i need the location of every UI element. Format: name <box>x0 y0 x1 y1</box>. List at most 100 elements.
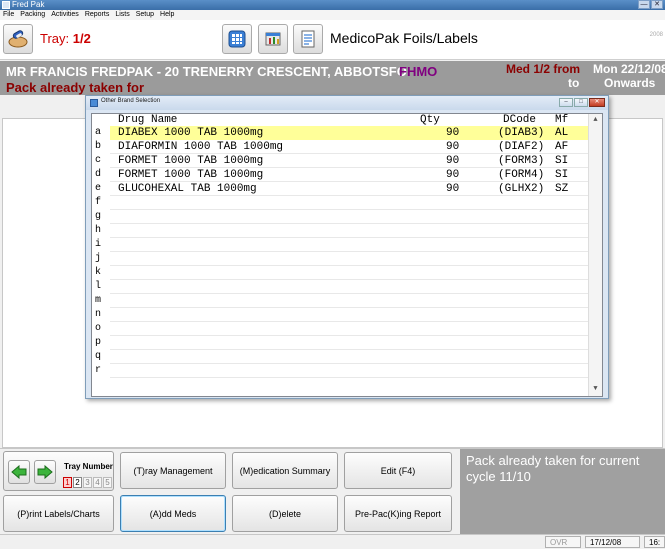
col-mf[interactable]: Mf <box>555 114 568 126</box>
qty-cell: 90 <box>446 127 460 139</box>
menu-reports[interactable]: Reports <box>85 10 110 20</box>
row-letter: n <box>95 309 102 320</box>
grid-line <box>110 335 588 336</box>
med-to-label: to <box>568 76 580 90</box>
grid-line <box>110 265 588 266</box>
tray-number-1[interactable]: 1 <box>63 477 72 488</box>
pill-hand-icon <box>8 30 28 48</box>
dialog-titlebar[interactable]: Other Brand Selection – □ ✕ <box>86 96 608 110</box>
med-from-label: Med 1/2 from <box>506 62 581 76</box>
qty-cell: 90 <box>446 183 460 195</box>
grid-line <box>110 279 588 280</box>
delete-button[interactable]: (D)elete <box>232 495 338 532</box>
dialog-app-icon <box>90 99 98 107</box>
mf-cell: SI <box>555 169 569 181</box>
table-row[interactable]: GLUCOHEXAL TAB 1000mg 90 (GLHX2) SZ <box>110 182 588 196</box>
dcode-cell: (FORM4) <box>498 169 545 181</box>
scroll-down-icon[interactable]: ▼ <box>589 383 602 396</box>
drug-name-cell: FORMET 1000 TAB 1000mg <box>118 169 264 181</box>
document-button[interactable] <box>293 24 323 54</box>
dcode-cell: (FORM3) <box>498 155 545 167</box>
col-drug-name[interactable]: Drug Name <box>118 114 177 126</box>
window-controls: — ✕ <box>638 0 663 9</box>
table-row[interactable]: DIAFORMIN 1000 TAB 1000mg 90 (DIAF2) AF <box>110 140 588 154</box>
dialog-maximize-button[interactable]: □ <box>574 98 588 107</box>
print-labels-button[interactable]: (P)rint Labels/Charts <box>3 495 114 532</box>
window-titlebar: Fred Pak — ✕ <box>0 0 665 10</box>
status-time: 16: <box>644 536 665 548</box>
row-letter: p <box>95 337 102 348</box>
tray-label: Tray: 1/2 <box>40 31 91 46</box>
tray-number-label: Tray Number <box>64 462 113 471</box>
grid-line <box>110 377 588 378</box>
patient-header: MR FRANCIS FREDPAK - 20 TRENERRY CRESCEN… <box>0 61 665 95</box>
tray-management-button[interactable]: (T)ray Management <box>120 452 226 489</box>
menu-help[interactable]: Help <box>160 10 174 20</box>
row-letter: d <box>95 169 102 180</box>
document-icon <box>301 30 315 48</box>
date-onwards: Onwards <box>604 76 656 90</box>
pack-status: Pack already taken for <box>6 80 145 95</box>
dialog-close-button[interactable]: ✕ <box>589 98 605 107</box>
table-header: Drug Name Qty DCode Mf <box>110 114 588 126</box>
menu-lists[interactable]: Lists <box>115 10 129 20</box>
module-title: MedicoPak Foils/Labels <box>330 30 478 46</box>
mf-cell: AL <box>555 127 569 139</box>
toolbar: Tray: 1/2 MedicoPak Foils/Labels 2008 <box>0 20 665 60</box>
edit-button[interactable]: Edit (F4) <box>344 452 452 489</box>
tray-tool-button[interactable] <box>3 24 33 54</box>
previous-tray-button[interactable] <box>8 460 30 484</box>
mf-cell: AF <box>555 141 569 153</box>
col-qty[interactable]: Qty <box>420 114 440 126</box>
patient-code: FHMO <box>399 64 438 79</box>
tray-number-4[interactable]: 4 <box>93 477 102 488</box>
next-tray-button[interactable] <box>34 460 56 484</box>
row-letter: a <box>95 127 102 138</box>
menu-setup[interactable]: Setup <box>136 10 154 20</box>
qty-cell: 90 <box>446 169 460 181</box>
drug-table: abcdefghijklmnopqr Drug Name Qty DCode M… <box>91 113 603 397</box>
col-dcode[interactable]: DCode <box>503 114 536 126</box>
grid-view-button[interactable] <box>222 24 252 54</box>
tools-button[interactable] <box>258 24 288 54</box>
table-row[interactable]: DIABEX 1000 TAB 1000mg 90 (DIAB3) AL <box>110 126 588 140</box>
drug-name-cell: DIAFORMIN 1000 TAB 1000mg <box>118 141 284 153</box>
tray-number-5[interactable]: 5 <box>103 477 112 488</box>
menu-activities[interactable]: Activities <box>51 10 79 20</box>
menu-packing[interactable]: Packing <box>20 10 45 20</box>
pre-packing-report-button[interactable]: Pre-Pac(K)ing Report <box>344 495 452 532</box>
other-brand-dialog: Other Brand Selection – □ ✕ abcdefghijkl… <box>85 95 609 399</box>
table-scrollbar[interactable]: ▲ ▼ <box>588 114 602 396</box>
app-icon <box>2 1 10 9</box>
arrow-right-icon <box>37 465 53 479</box>
row-letter: m <box>95 295 102 306</box>
tray-number-2[interactable]: 2 <box>73 477 82 488</box>
scroll-up-icon[interactable]: ▲ <box>589 114 602 127</box>
grid-line <box>110 223 588 224</box>
add-meds-button[interactable]: (A)dd Meds <box>120 495 226 532</box>
dcode-cell: (DIAF2) <box>498 141 545 153</box>
menu-file[interactable]: File <box>3 10 14 20</box>
date-start: Mon 22/12/08 <box>593 62 665 76</box>
tray-value: 1/2 <box>72 31 91 46</box>
grid-line <box>110 251 588 252</box>
row-letter: g <box>95 211 102 222</box>
medication-summary-button[interactable]: (M)edication Summary <box>232 452 338 489</box>
close-button[interactable]: ✕ <box>651 0 663 9</box>
tray-navigator: Tray Number 12345 <box>3 451 114 491</box>
minimize-button[interactable]: — <box>638 0 650 9</box>
status-date: 17/12/08 <box>585 536 640 548</box>
dialog-minimize-button[interactable]: – <box>559 98 573 107</box>
row-letter: j <box>95 253 102 264</box>
row-letter: q <box>95 351 102 362</box>
tray-number-3[interactable]: 3 <box>83 477 92 488</box>
grid-line <box>110 293 588 294</box>
dialog-title: Other Brand Selection <box>101 98 161 104</box>
arrow-left-icon <box>11 465 27 479</box>
table-row[interactable]: FORMET 1000 TAB 1000mg 90 (FORM4) SI <box>110 168 588 182</box>
table-row[interactable]: FORMET 1000 TAB 1000mg 90 (FORM3) SI <box>110 154 588 168</box>
grid-line <box>110 209 588 210</box>
overwrite-indicator: OVR <box>545 536 581 548</box>
toolbar-year: 2008 <box>649 32 663 38</box>
drug-name-cell: FORMET 1000 TAB 1000mg <box>118 155 264 167</box>
